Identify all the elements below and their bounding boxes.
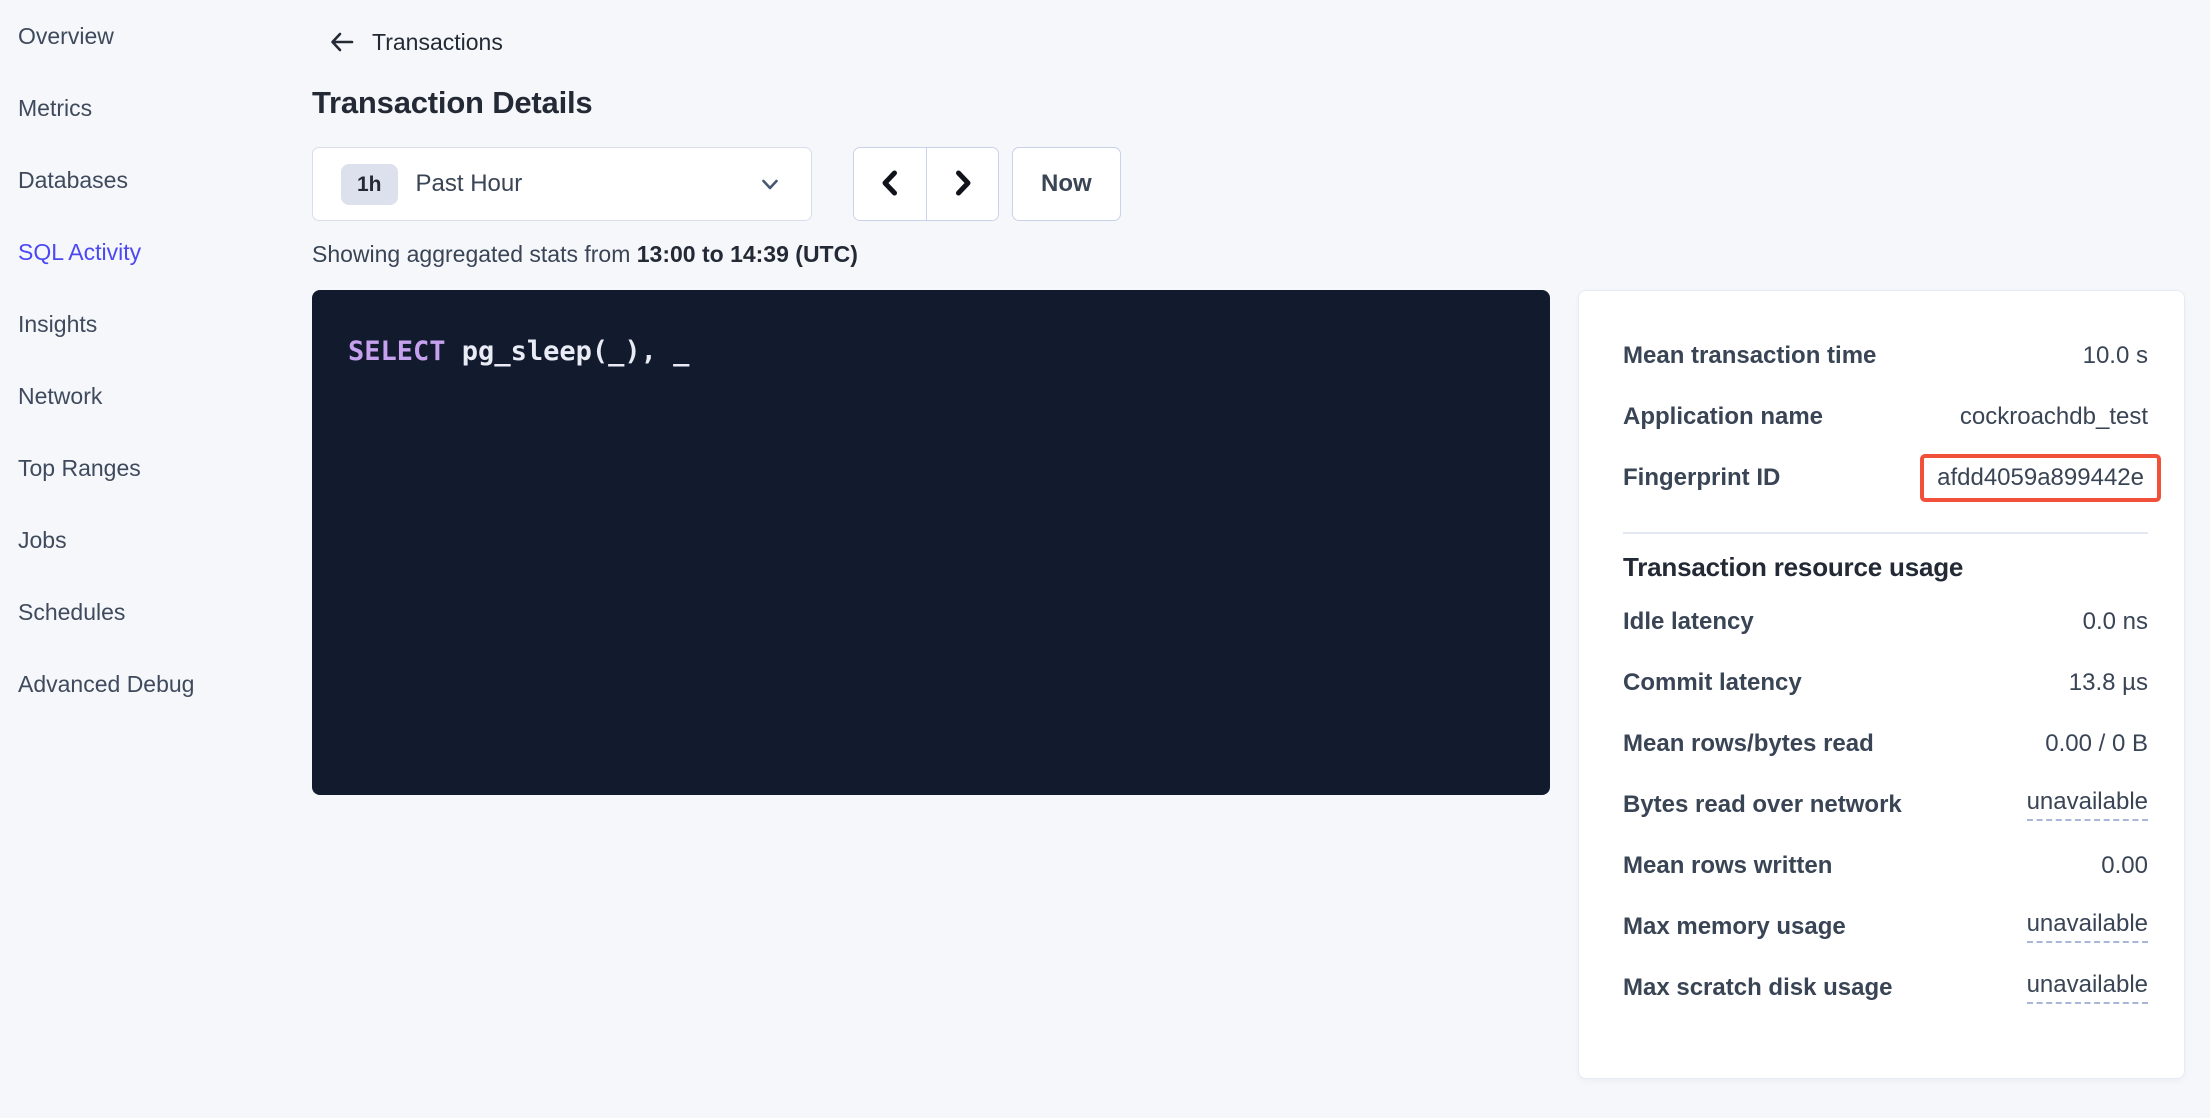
sidebar-item-insights[interactable]: Insights	[18, 288, 312, 360]
divider	[1623, 532, 2148, 534]
summary-rows: Mean transaction time 10.0 s Application n…	[1623, 325, 2148, 508]
sql-keyword: SELECT	[348, 336, 446, 367]
summary-prefix: Showing aggregated stats from	[312, 241, 637, 267]
time-range-badge: 1h	[341, 164, 398, 205]
breadcrumb: Transactions	[312, 0, 2185, 57]
chevron-down-icon	[757, 171, 783, 197]
sidebar-item-jobs[interactable]: Jobs	[18, 504, 312, 576]
sidebar: OverviewMetricsDatabasesSQL ActivityInsi…	[0, 0, 312, 1118]
row-label-application-name: Application name	[1623, 403, 1823, 431]
sql-statement-box: SELECT pg_sleep(_), _	[312, 290, 1550, 795]
row-value-mean-rows-bytes-read: 0.00 / 0 B	[2045, 730, 2148, 758]
row-value-bytes-read-over-network[interactable]: unavailable	[2027, 788, 2148, 821]
transaction-details-card: Mean transaction time 10.0 s Application n…	[1578, 290, 2185, 1079]
prev-time-button[interactable]	[854, 148, 926, 220]
row-value-commit-latency: 13.8 µs	[2069, 669, 2148, 697]
sidebar-item-schedules[interactable]: Schedules	[18, 576, 312, 648]
row-label-mean-rows-written: Mean rows written	[1623, 852, 1832, 880]
sidebar-item-top-ranges[interactable]: Top Ranges	[18, 432, 312, 504]
row-value-max-memory-usage[interactable]: unavailable	[2027, 910, 2148, 943]
summary-row: Mean transaction time 10.0 s	[1623, 325, 2148, 386]
chevron-right-icon	[948, 166, 978, 203]
resource-row: Idle latency 0.0 ns	[1623, 591, 2148, 652]
row-label-fingerprint-id: Fingerprint ID	[1623, 464, 1780, 492]
summary-range: 13:00 to 14:39 (UTC)	[637, 241, 858, 267]
fingerprint-id-value: afdd4059a899442e	[1920, 454, 2161, 502]
sql-statement: SELECT pg_sleep(_), _	[348, 336, 689, 367]
app-root: OverviewMetricsDatabasesSQL ActivityInsi…	[0, 0, 2210, 1118]
row-value-max-scratch-disk-usage[interactable]: unavailable	[2027, 971, 2148, 1004]
sidebar-item-databases[interactable]: Databases	[18, 144, 312, 216]
row-label-mean-transaction-time: Mean transaction time	[1623, 342, 1876, 370]
row-label-commit-latency: Commit latency	[1623, 669, 1802, 697]
row-label-max-memory-usage: Max memory usage	[1623, 913, 1846, 941]
sidebar-item-advanced-debug[interactable]: Advanced Debug	[18, 648, 312, 720]
resource-row: Max scratch disk usage unavailable	[1623, 957, 2148, 1018]
row-label-idle-latency: Idle latency	[1623, 608, 1754, 636]
resource-row: Mean rows written 0.00	[1623, 835, 2148, 896]
summary-row: Fingerprint IDafdd4059a899442e	[1623, 447, 2148, 508]
chevron-left-icon	[875, 166, 905, 203]
page-title: Transaction Details	[312, 83, 2185, 123]
resource-row: Bytes read over network unavailable	[1623, 774, 2148, 835]
sql-text: pg_sleep(_), _	[446, 336, 690, 367]
row-value-application-name: cockroachdb_test	[1960, 403, 2148, 431]
row-value-mean-rows-written: 0.00	[2101, 852, 2148, 880]
resource-rows: Idle latency 0.0 ns Commit latency 13.8 µs M…	[1623, 591, 2148, 1018]
summary-row: Application name cockroachdb_test	[1623, 386, 2148, 447]
time-summary: Showing aggregated stats from 13:00 to 1…	[312, 241, 2185, 268]
now-button[interactable]: Now	[1012, 147, 1121, 221]
sidebar-item-overview[interactable]: Overview	[18, 0, 312, 72]
row-value-idle-latency: 0.0 ns	[2083, 608, 2148, 636]
sidebar-item-network[interactable]: Network	[18, 360, 312, 432]
time-pager	[853, 147, 999, 221]
details-row: SELECT pg_sleep(_), _ Mean transaction t…	[312, 290, 2185, 1079]
row-label-bytes-read-over-network: Bytes read over network	[1623, 791, 1902, 819]
time-controls: 1h Past Hour	[312, 147, 2185, 221]
row-value-mean-transaction-time: 10.0 s	[2083, 342, 2148, 370]
row-label-mean-rows-bytes-read: Mean rows/bytes read	[1623, 730, 1874, 758]
row-label-max-scratch-disk-usage: Max scratch disk usage	[1623, 974, 1892, 1002]
resource-row: Max memory usage unavailable	[1623, 896, 2148, 957]
main-content: Transactions Transaction Details 1h Past…	[312, 0, 2210, 1118]
resource-usage-heading: Transaction resource usage	[1623, 552, 2148, 583]
back-arrow-icon[interactable]	[328, 28, 356, 56]
time-range-dropdown[interactable]: 1h Past Hour	[312, 147, 812, 221]
resource-row: Mean rows/bytes read 0.00 / 0 B	[1623, 713, 2148, 774]
next-time-button[interactable]	[926, 148, 998, 220]
sidebar-item-sql-activity[interactable]: SQL Activity	[18, 216, 312, 288]
resource-row: Commit latency 13.8 µs	[1623, 652, 2148, 713]
sidebar-item-metrics[interactable]: Metrics	[18, 72, 312, 144]
time-range-selected: Past Hour	[416, 170, 523, 198]
breadcrumb-link[interactable]: Transactions	[372, 29, 503, 56]
